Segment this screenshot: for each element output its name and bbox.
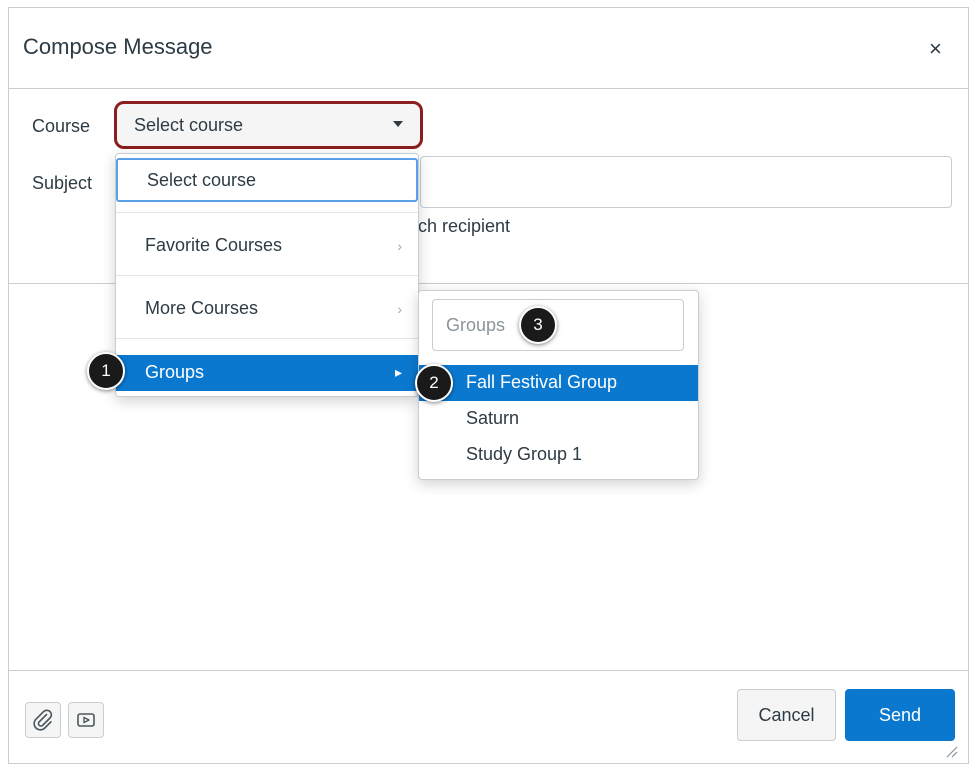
groups-submenu: Fall Festival Group Saturn Study Group 1: [418, 290, 699, 480]
cancel-button[interactable]: Cancel: [737, 689, 836, 741]
menu-divider: [116, 338, 418, 339]
menu-item-groups[interactable]: Groups ▸: [116, 355, 418, 391]
close-icon[interactable]: ×: [929, 36, 942, 62]
chevron-right-icon: ›: [397, 301, 402, 317]
group-item-study-group-1[interactable]: Study Group 1: [419, 437, 698, 473]
group-item-saturn[interactable]: Saturn: [419, 401, 698, 437]
caret-down-icon: [393, 121, 403, 127]
subject-label: Subject: [32, 173, 93, 193]
caret-right-icon: ▸: [394, 364, 402, 380]
recipient-option-text: ch recipient: [418, 216, 511, 236]
attach-file-button[interactable]: [25, 702, 61, 738]
group-item-label: Study Group 1: [466, 444, 583, 464]
header-divider: [9, 88, 968, 89]
group-item-fall-festival[interactable]: Fall Festival Group: [419, 365, 698, 401]
group-item-label: Fall Festival Group: [466, 372, 618, 392]
send-button[interactable]: Send: [845, 689, 955, 741]
course-menu: Select course Favorite Courses › More Co…: [115, 153, 419, 397]
resize-handle-icon[interactable]: [943, 743, 959, 759]
course-select[interactable]: Select course: [114, 101, 423, 149]
menu-item-label: More Courses: [145, 298, 259, 318]
record-media-button[interactable]: [68, 702, 104, 738]
menu-item-more-courses[interactable]: More Courses ›: [116, 281, 418, 335]
paperclip-icon: [33, 709, 53, 731]
subject-input[interactable]: [420, 156, 952, 208]
callout-badge-3: 3: [519, 306, 557, 344]
menu-item-select-course[interactable]: Select course: [116, 158, 418, 202]
menu-divider: [116, 212, 418, 213]
menu-item-label: Select course: [147, 170, 257, 190]
chevron-right-icon: ›: [397, 238, 402, 254]
footer-divider: [9, 670, 968, 671]
course-label: Course: [32, 116, 91, 136]
callout-badge-1: 1: [87, 352, 125, 390]
callout-badge-2: 2: [415, 364, 453, 402]
group-item-label: Saturn: [466, 408, 520, 428]
menu-item-label: Groups: [145, 362, 205, 382]
menu-divider: [116, 275, 418, 276]
dialog-title: Compose Message: [23, 34, 213, 59]
groups-search-input[interactable]: [432, 299, 684, 351]
media-icon: [77, 713, 95, 727]
course-select-value: Select course: [134, 115, 244, 135]
menu-item-favorite-courses[interactable]: Favorite Courses ›: [116, 218, 418, 272]
menu-item-label: Favorite Courses: [145, 235, 283, 255]
